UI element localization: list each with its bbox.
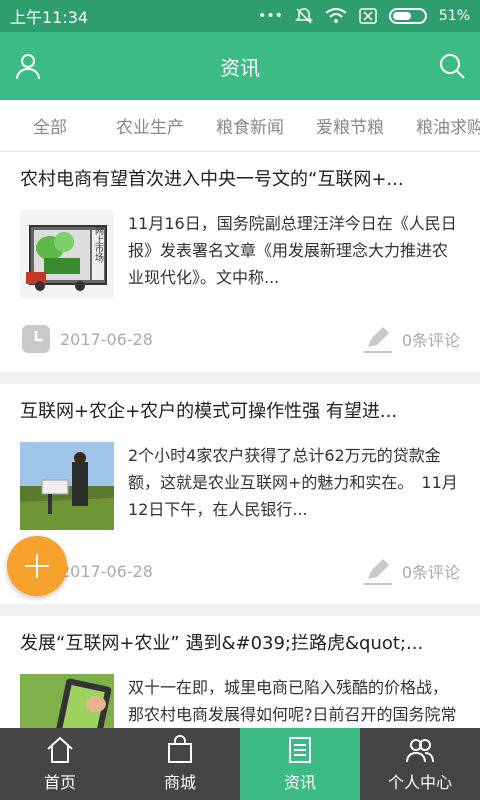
news-card[interactable]: 互联网+农企+农户的模式可操作性强 有望进... 2个小时4家农户获得了总计62… <box>0 384 480 604</box>
tab-grain-news[interactable]: 粮食新闻 <box>200 113 300 138</box>
nav-label: 个人中心 <box>387 773 452 792</box>
news-thumbnail <box>20 674 114 728</box>
add-button[interactable] <box>7 536 67 596</box>
sim-x-icon <box>359 8 377 24</box>
user-icon[interactable] <box>14 52 42 80</box>
thumb-vertical-text: 网上市场 <box>93 226 104 263</box>
news-feed: 农村电商有望首次进入中央一号文的“互联网+... 网上市场 11月16日，国务院… <box>0 152 480 728</box>
home-icon <box>47 736 73 763</box>
news-date: 2017-06-28 <box>60 329 153 349</box>
app-header: 资讯 <box>0 32 480 100</box>
battery-icon <box>388 8 427 24</box>
news-title[interactable]: 农村电商有望首次进入中央一号文的“互联网+... <box>20 166 460 210</box>
comment-link[interactable]: 0条评论 <box>362 555 460 587</box>
nav-profile[interactable]: 个人中心 <box>360 728 480 800</box>
news-title[interactable]: 发展“互联网+农业” 遇到&#039;拦路虎&quot;... <box>20 630 460 674</box>
news-summary: 11月16日，国务院副总理汪洋今日在《人民日报》发表署名文章《用发展新理念大力推… <box>128 214 457 287</box>
news-title[interactable]: 互联网+农企+农户的模式可操作性强 有望进... <box>20 398 460 442</box>
nav-news[interactable]: 资讯 <box>240 728 360 800</box>
users-icon <box>406 739 434 763</box>
search-icon[interactable] <box>438 52 466 80</box>
nav-label: 商城 <box>163 773 196 792</box>
news-date: 2017-06-28 <box>60 561 153 581</box>
status-bar: 上午11:34 ••• 51% <box>0 0 480 32</box>
tab-save-grain[interactable]: 爱粮节粮 <box>300 113 400 138</box>
comment-link[interactable]: 0条评论 <box>362 323 460 355</box>
news-summary: 2个小时4家农户获得了总计62万元的贷款金额，这就是农业互联网+的魅力和实在。 … <box>128 446 458 519</box>
tab-all[interactable]: 全部 <box>0 113 100 138</box>
more-dots-icon: ••• <box>258 8 283 24</box>
battery-level: 51% <box>438 8 470 24</box>
pencil-icon <box>363 327 392 353</box>
bottom-nav: 首页 商城 资讯 个人中心 <box>0 728 480 800</box>
bell-muted-icon <box>295 8 313 24</box>
status-icons: ••• 51% <box>258 7 470 25</box>
shopping-bag-icon <box>168 735 192 763</box>
nav-home[interactable]: 首页 <box>0 728 120 800</box>
clock-icon <box>22 325 50 353</box>
status-time: 上午11:34 <box>10 8 89 27</box>
news-card[interactable]: 发展“互联网+农业” 遇到&#039;拦路虎&quot;... 双十一在即，城里… <box>0 616 480 728</box>
plus-icon <box>25 554 49 578</box>
news-thumbnail: 网上市场 <box>20 210 114 298</box>
page-title: 资讯 <box>220 55 260 80</box>
news-card[interactable]: 农村电商有望首次进入中央一号文的“互联网+... 网上市场 11月16日，国务院… <box>0 152 480 372</box>
news-thumbnail <box>20 442 114 530</box>
nav-label: 资讯 <box>283 773 316 792</box>
comment-count: 0条评论 <box>401 331 460 350</box>
tab-agri-production[interactable]: 农业生产 <box>100 113 200 138</box>
comment-count: 0条评论 <box>401 563 460 582</box>
news-summary: 双十一在即，城里电商已陷入残酷的价格战，那农村电商发展得如何呢?日前召开的国务院… <box>128 678 457 724</box>
nav-shop[interactable]: 商城 <box>120 728 240 800</box>
category-tabs: 全部 农业生产 粮食新闻 爱粮节粮 粮油求购 <box>0 100 480 152</box>
news-icon <box>289 737 311 763</box>
nav-label: 首页 <box>43 773 76 792</box>
pencil-icon <box>363 559 392 585</box>
wifi-icon <box>325 8 347 23</box>
tab-grain-oil-purchase[interactable]: 粮油求购 <box>400 113 480 138</box>
